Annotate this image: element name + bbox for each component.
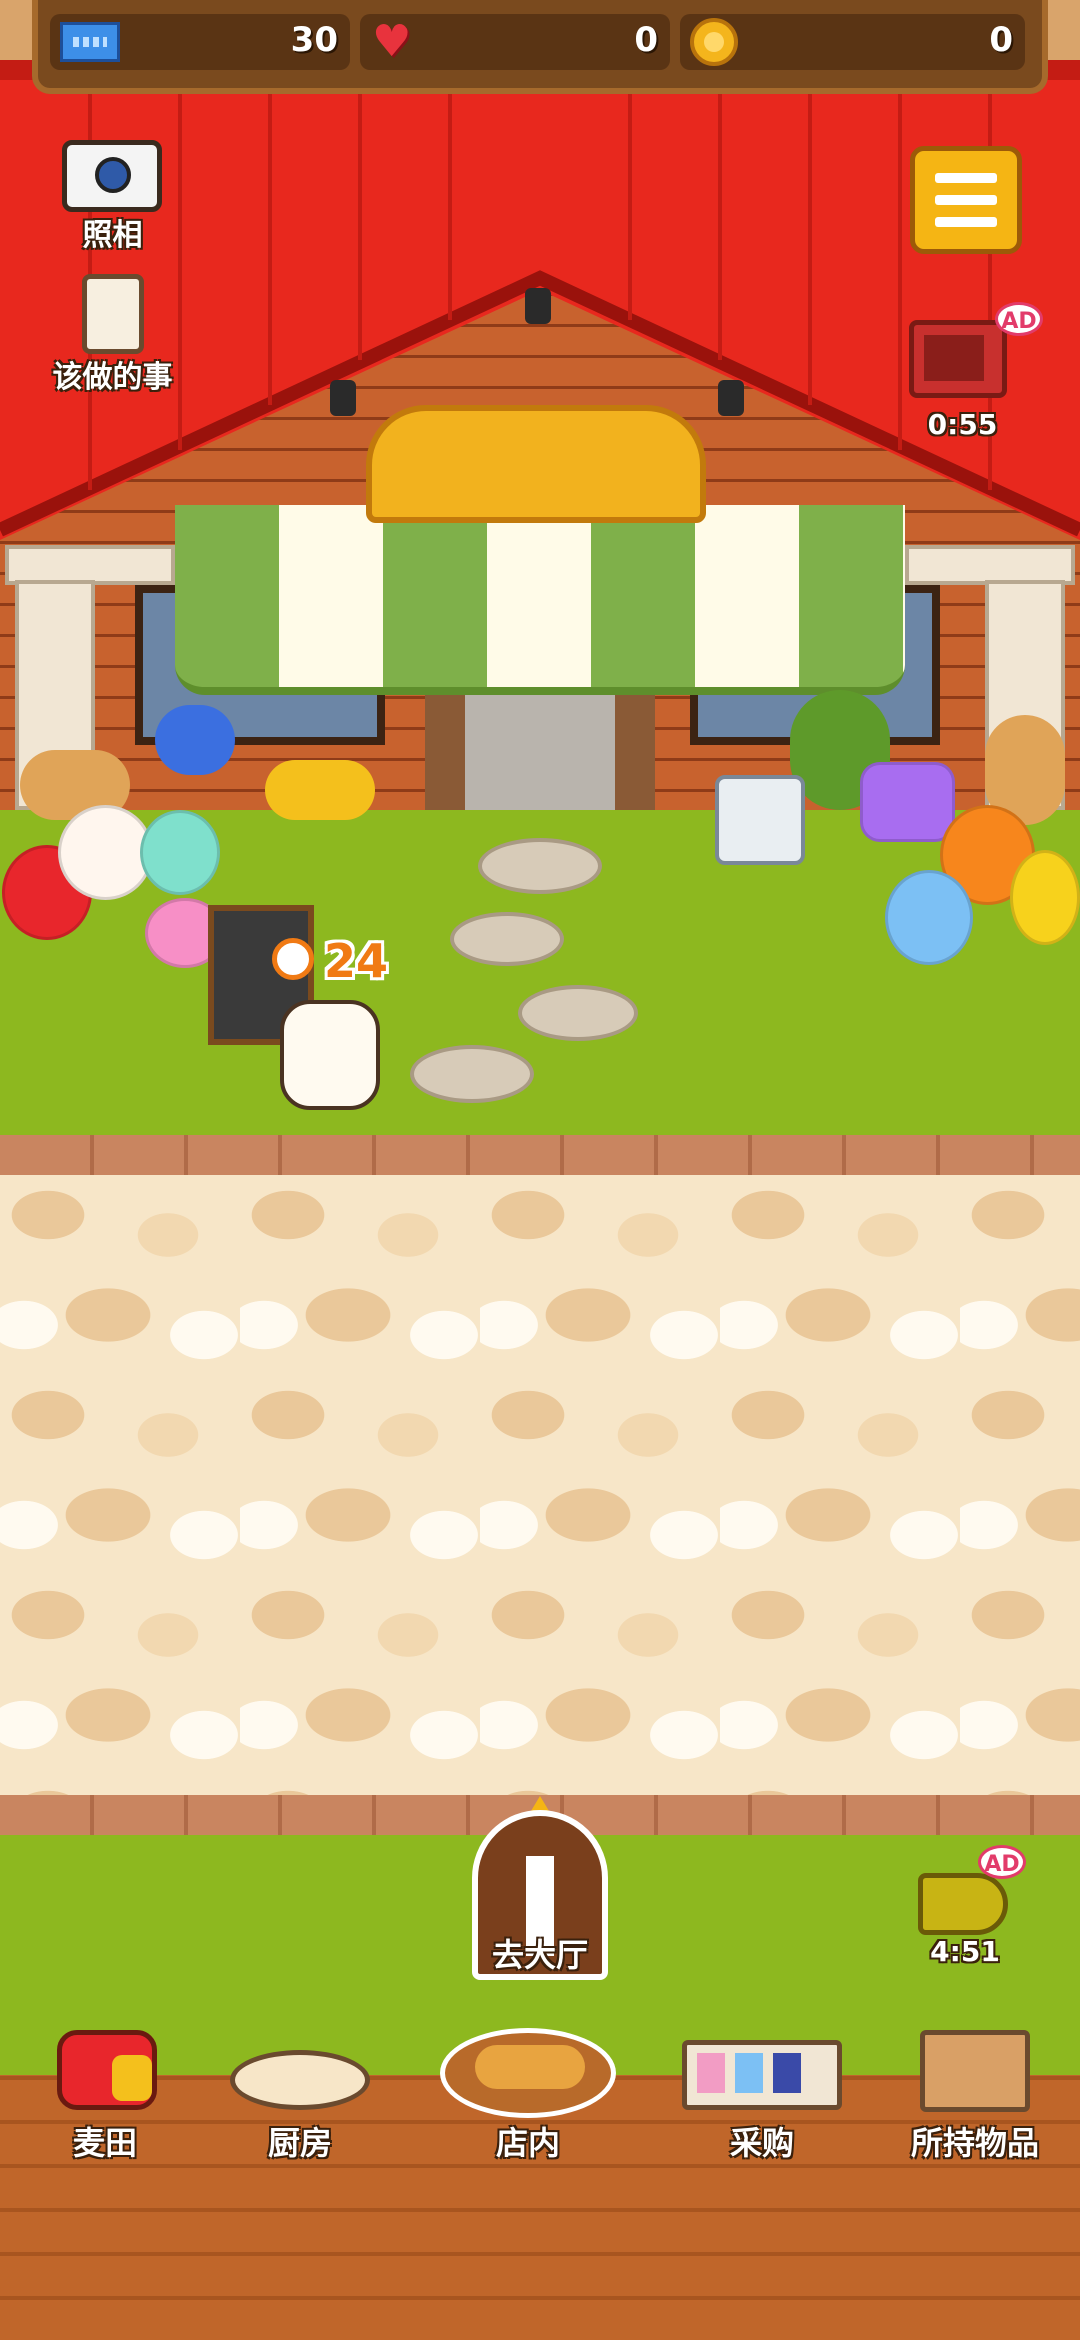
horn-ad-timer: 4:51 (930, 1935, 1000, 1968)
ticket-counter: 30 (50, 14, 350, 70)
go-hall-label: 去大厅 (491, 1936, 588, 1974)
photo-label: 照相 (82, 218, 143, 253)
curb (0, 1135, 1080, 1175)
bottom-nav: 麦田 厨房 店内 采购 所持物品 (0, 2020, 1080, 2180)
clock-icon (272, 938, 314, 980)
stone-plaza (0, 1175, 1080, 1795)
horn-ad-button[interactable]: AD 4:51 (910, 1845, 1040, 1975)
main-menu-button[interactable] (910, 146, 1022, 254)
nav-item-kitchen[interactable]: 厨房 (210, 2020, 390, 2170)
cat-baker-character[interactable] (280, 1000, 380, 1110)
striped-awning (175, 505, 905, 695)
stepping-stone (478, 838, 602, 894)
camera-icon (62, 140, 162, 212)
ad-badge: AD (978, 1845, 1026, 1879)
lamp-icon (525, 288, 551, 324)
stepping-stone (518, 985, 638, 1041)
nav-label: 采购 (729, 2124, 794, 2162)
shop-entrance[interactable] (425, 695, 655, 820)
tv-ad-button[interactable]: AD 0:55 (905, 300, 1043, 445)
megaphone-icon (918, 1873, 1008, 1935)
ad-badge: AD (995, 302, 1043, 336)
blue-flowers-icon (155, 705, 235, 775)
nav-item-store[interactable]: 店内 (438, 2020, 618, 2170)
todo-label: 该做的事 (52, 360, 173, 395)
nav-label: 所持物品 (910, 2124, 1039, 2162)
balloon-icon (1010, 850, 1080, 945)
tv-ad-timer: 0:55 (927, 408, 998, 441)
lamp-icon (718, 380, 744, 416)
nav-item-wheat-field[interactable]: 麦田 (15, 2020, 195, 2170)
tv-icon (909, 320, 1007, 398)
shop-sign (366, 405, 706, 523)
balloon-icon (58, 805, 153, 900)
cat-timer: 24 (324, 934, 389, 988)
nav-item-purchase[interactable]: 采购 (672, 2020, 852, 2170)
coin-count: 0 (989, 20, 1013, 60)
nav-label: 店内 (495, 2124, 560, 2162)
inventory-box-icon (920, 2030, 1030, 2112)
balloon-icon (885, 870, 973, 965)
heart-counter: ♥ 0 (360, 14, 670, 70)
ticket-count: 30 (290, 20, 338, 60)
heart-count: 0 (634, 20, 658, 60)
coin-icon (690, 18, 738, 66)
nav-label: 麦田 (72, 2124, 137, 2162)
left-cornice (5, 545, 175, 585)
star-balloon-icon (860, 762, 955, 842)
stepping-stone (450, 912, 564, 966)
wheat-field-icon (57, 2030, 157, 2110)
resource-bar: 30 ♥ 0 0 (32, 0, 1048, 94)
bread-basket-icon (440, 2028, 616, 2118)
photo-button[interactable]: 照相 (40, 138, 185, 256)
chair-icon (715, 775, 805, 865)
checklist-icon (82, 274, 144, 354)
coin-counter: 0 (680, 14, 1025, 70)
stepping-stone (410, 1045, 534, 1103)
nav-item-inventory[interactable]: 所持物品 (885, 2020, 1065, 2170)
kitchen-dough-icon (230, 2050, 370, 2110)
heart-icon: ♥ (372, 16, 412, 67)
balloon-icon (140, 810, 220, 895)
nav-label: 厨房 (267, 2124, 332, 2162)
lamp-icon (330, 380, 356, 416)
shop-shelf-icon (682, 2040, 842, 2110)
ticket-icon (60, 22, 120, 62)
yellow-flowers-icon (265, 760, 375, 820)
todo-button[interactable]: 该做的事 (30, 272, 195, 397)
right-cornice (905, 545, 1075, 585)
